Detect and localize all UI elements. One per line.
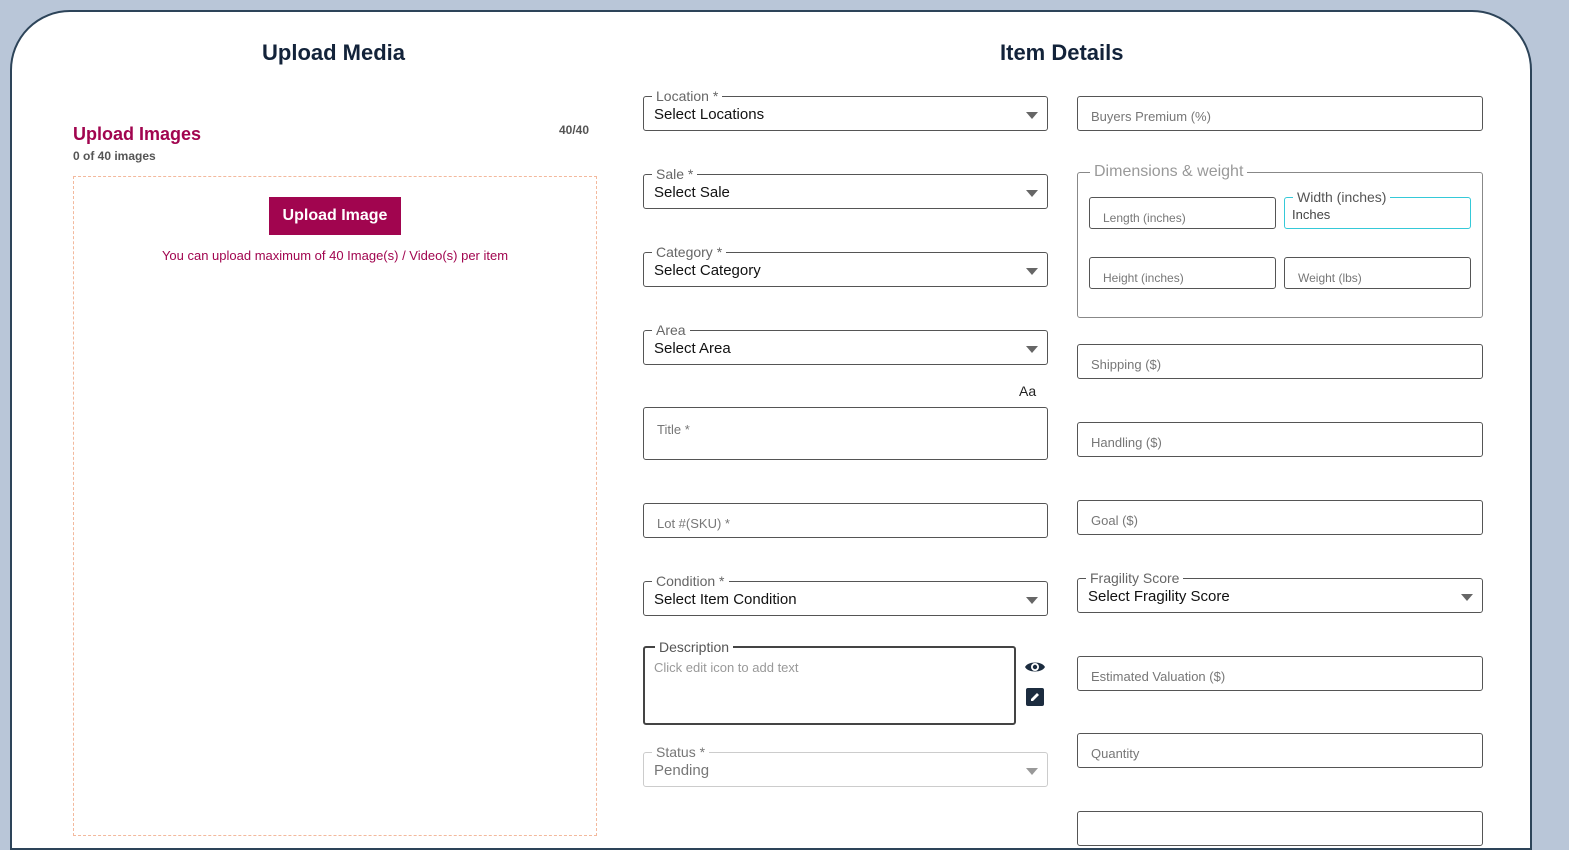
upload-limit-counter: 40/40 bbox=[559, 123, 590, 137]
goal-placeholder: Goal ($) bbox=[1091, 513, 1138, 528]
shipping-input[interactable]: Shipping ($) bbox=[1077, 344, 1483, 379]
dimensions-label: Dimensions & weight bbox=[1090, 163, 1248, 181]
handling-input[interactable]: Handling ($) bbox=[1077, 422, 1483, 457]
upload-images-title: Upload Images bbox=[73, 124, 202, 144]
item-details-title: Item Details bbox=[1000, 40, 1124, 65]
width-input[interactable]: Width (inches) Inches bbox=[1284, 189, 1471, 229]
quantity-input[interactable]: Quantity bbox=[1077, 733, 1483, 768]
fragility-value: Select Fragility Score bbox=[1088, 588, 1230, 605]
description-placeholder: Click edit icon to add text bbox=[654, 660, 799, 675]
dimensions-group: Dimensions & weight bbox=[1077, 163, 1483, 318]
condition-select[interactable]: Condition * Select Item Condition bbox=[643, 573, 1048, 616]
category-label: Category * bbox=[652, 244, 727, 260]
weight-input[interactable]: Weight (lbs) bbox=[1284, 257, 1471, 289]
category-select[interactable]: Category * Select Category bbox=[643, 244, 1048, 287]
area-label: Area bbox=[652, 322, 690, 338]
area-select[interactable]: Area Select Area bbox=[643, 322, 1048, 365]
width-value: Inches bbox=[1292, 207, 1331, 222]
upload-images-count: 0 of 40 images bbox=[73, 149, 156, 163]
title-placeholder: Title * bbox=[657, 422, 690, 437]
dropdown-caret-icon bbox=[1026, 190, 1038, 197]
estimated-valuation-placeholder: Estimated Valuation ($) bbox=[1091, 669, 1226, 684]
dropdown-caret-icon bbox=[1026, 112, 1038, 119]
goal-input[interactable]: Goal ($) bbox=[1077, 500, 1483, 535]
fragility-score-select[interactable]: Fragility Score Select Fragility Score bbox=[1077, 570, 1483, 613]
area-value: Select Area bbox=[654, 340, 731, 357]
dropdown-caret-icon bbox=[1026, 768, 1038, 775]
length-input[interactable]: Length (inches) bbox=[1089, 197, 1276, 229]
condition-value: Select Item Condition bbox=[654, 591, 797, 608]
dropdown-caret-icon bbox=[1026, 268, 1038, 275]
status-value: Pending bbox=[654, 762, 710, 779]
status-label: Status * bbox=[652, 744, 710, 760]
text-case-toggle[interactable]: Aa bbox=[1019, 383, 1036, 399]
estimated-valuation-input[interactable]: Estimated Valuation ($) bbox=[1077, 656, 1483, 691]
lot-sku-input[interactable]: Lot #(SKU) * bbox=[643, 503, 1048, 538]
shipping-placeholder: Shipping ($) bbox=[1091, 357, 1162, 372]
sale-label: Sale * bbox=[652, 166, 698, 182]
quantity-placeholder: Quantity bbox=[1091, 746, 1140, 761]
dropdown-caret-icon bbox=[1461, 594, 1473, 601]
sale-select[interactable]: Sale * Select Sale bbox=[643, 166, 1048, 209]
upload-image-button[interactable]: Upload Image bbox=[269, 197, 401, 235]
handling-placeholder: Handling ($) bbox=[1091, 435, 1162, 450]
width-label: Width (inches) bbox=[1293, 189, 1391, 205]
buyers-premium-placeholder: Buyers Premium (%) bbox=[1091, 109, 1211, 124]
next-field-input[interactable] bbox=[1077, 811, 1483, 846]
eye-icon[interactable] bbox=[1024, 658, 1046, 676]
description-field[interactable]: Description Click edit icon to add text bbox=[643, 639, 1016, 725]
lot-sku-placeholder: Lot #(SKU) * bbox=[657, 516, 730, 531]
upload-media-title: Upload Media bbox=[262, 40, 406, 65]
dropdown-caret-icon bbox=[1026, 597, 1038, 604]
fragility-label: Fragility Score bbox=[1086, 570, 1184, 586]
length-placeholder: Length (inches) bbox=[1103, 211, 1186, 225]
status-select[interactable]: Status * Pending bbox=[643, 744, 1048, 787]
description-label: Description bbox=[655, 639, 734, 655]
sale-value: Select Sale bbox=[654, 184, 730, 201]
category-value: Select Category bbox=[654, 262, 761, 279]
dropdown-caret-icon bbox=[1026, 346, 1038, 353]
title-input[interactable]: Title * bbox=[643, 407, 1048, 460]
location-label: Location * bbox=[652, 88, 723, 104]
condition-label: Condition * bbox=[652, 573, 729, 589]
upload-dropzone[interactable] bbox=[73, 176, 597, 836]
edit-icon[interactable] bbox=[1026, 688, 1044, 706]
height-input[interactable]: Height (inches) bbox=[1089, 257, 1276, 289]
buyers-premium-input[interactable]: Buyers Premium (%) bbox=[1077, 96, 1483, 131]
upload-limit-note: You can upload maximum of 40 Image(s) / … bbox=[161, 248, 509, 263]
location-value: Select Locations bbox=[654, 106, 765, 123]
height-placeholder: Height (inches) bbox=[1103, 271, 1184, 285]
weight-placeholder: Weight (lbs) bbox=[1298, 271, 1362, 285]
location-select[interactable]: Location * Select Locations bbox=[643, 88, 1048, 131]
